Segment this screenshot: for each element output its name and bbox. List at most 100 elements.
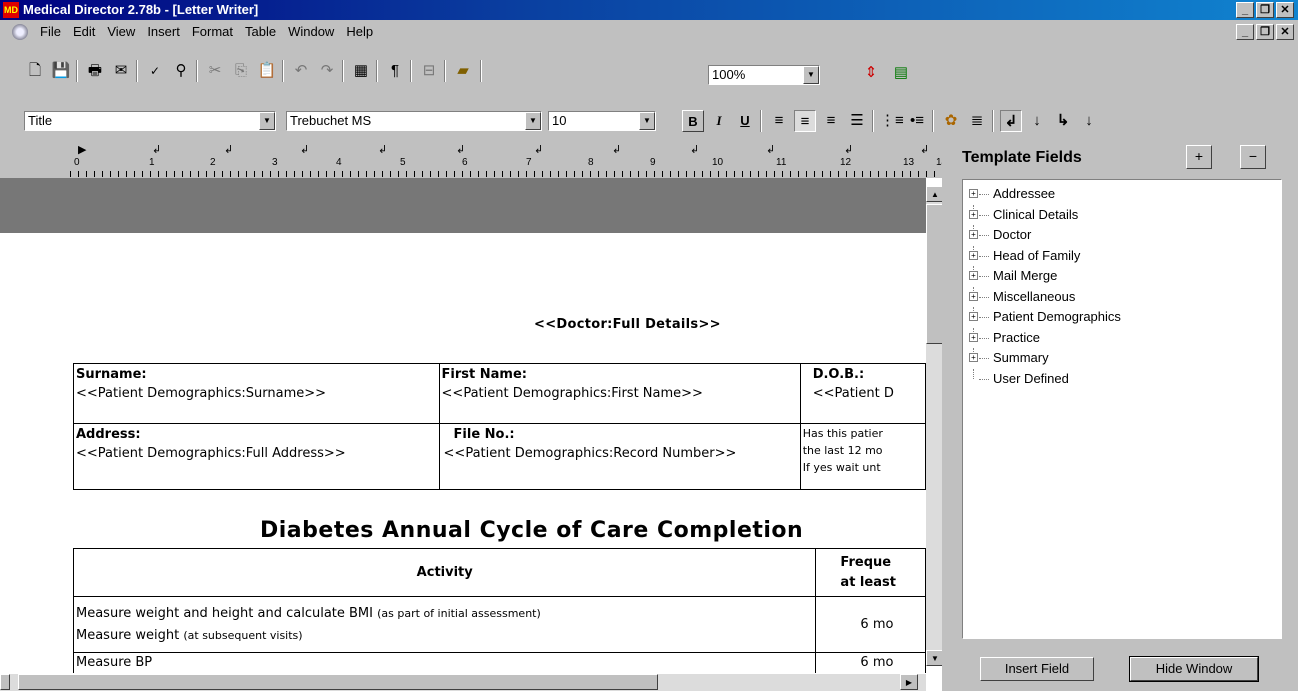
- tree-item-clinical-details[interactable]: + Clinical Details: [963, 204, 1281, 226]
- font-select[interactable]: Trebuchet MS ▼: [286, 111, 542, 131]
- open-folder-icon[interactable]: ▰: [452, 60, 474, 82]
- horizontal-scroll-thumb[interactable]: [18, 674, 658, 690]
- expand-all-icon[interactable]: +: [1186, 145, 1212, 169]
- show-formatting-icon[interactable]: ¶: [384, 60, 406, 82]
- tree-item-practice[interactable]: + Practice: [963, 327, 1281, 349]
- app-icon[interactable]: MD: [3, 2, 19, 18]
- tab-stop-icon[interactable]: ↲: [766, 143, 775, 156]
- paragraph-format-icon[interactable]: ≣: [966, 110, 988, 132]
- underline-button[interactable]: U: [734, 110, 756, 132]
- collapse-all-icon[interactable]: −: [1240, 145, 1266, 169]
- close-button[interactable]: ✕: [1276, 2, 1294, 18]
- menu-file[interactable]: File: [34, 24, 67, 39]
- note-cell[interactable]: Has this patier the last 12 mo If yes wa…: [799, 423, 926, 490]
- insert-field-button[interactable]: Insert Field: [980, 657, 1094, 681]
- tree-item-summary[interactable]: + Summary: [963, 348, 1281, 369]
- style-select[interactable]: Title ▼: [24, 111, 276, 131]
- hide-window-button[interactable]: Hide Window: [1129, 656, 1259, 682]
- template-fields-tree[interactable]: + Addressee + Clinical Details + Doctor + He…: [962, 179, 1282, 639]
- numbered-list-icon[interactable]: ⋮≡: [880, 110, 904, 132]
- tab-stop-icon[interactable]: ↲: [378, 143, 387, 156]
- tab-stop-icon[interactable]: ↲: [152, 143, 161, 156]
- tab-stop-icon[interactable]: ↲: [300, 143, 309, 156]
- expand-icon[interactable]: +: [969, 332, 978, 342]
- table-row[interactable]: Measure BP: [72, 652, 817, 673]
- vertical-scrollbar[interactable]: ▲ ▼: [926, 186, 942, 666]
- scroll-up-icon[interactable]: ▲: [926, 186, 942, 202]
- tab-stop-icon[interactable]: ↲: [612, 143, 621, 156]
- doc-minimize-button[interactable]: _: [1236, 24, 1254, 40]
- tab-stop-icon[interactable]: ↲: [224, 143, 233, 156]
- chevron-down-icon[interactable]: ▼: [525, 112, 541, 130]
- zoom-select[interactable]: 100% ▼: [708, 65, 820, 85]
- frequency-cell[interactable]: 6 mo: [815, 652, 926, 673]
- cut-icon[interactable]: ✂: [204, 60, 226, 82]
- align-center-icon[interactable]: ≡: [794, 110, 816, 132]
- chevron-down-icon[interactable]: ▼: [259, 112, 275, 130]
- tab-stop-icon[interactable]: ↲: [920, 143, 929, 156]
- minimize-button[interactable]: _: [1236, 2, 1254, 18]
- file-no-cell[interactable]: File No.: <<Patient Demographics:Record …: [438, 423, 801, 490]
- menu-help[interactable]: Help: [340, 24, 379, 39]
- restore-button[interactable]: ❐: [1256, 2, 1274, 18]
- expand-icon[interactable]: +: [969, 189, 978, 198]
- insert-table-icon[interactable]: ▦: [350, 60, 372, 82]
- page-break-icon[interactable]: ⊟: [418, 60, 440, 82]
- indent-marker-icon[interactable]: ▶: [78, 143, 86, 156]
- menu-table[interactable]: Table: [239, 24, 282, 39]
- table-row[interactable]: Measure weight and height and calculate …: [72, 596, 817, 653]
- decimal-tab-icon[interactable]: ↓: [1078, 110, 1100, 132]
- frequency-cell[interactable]: 6 mo: [815, 596, 926, 653]
- tree-item-patient-demographics[interactable]: + Patient Demographics: [963, 307, 1281, 328]
- left-tab-icon[interactable]: ↲: [1000, 110, 1022, 132]
- scroll-left-icon[interactable]: [0, 674, 10, 690]
- expand-icon[interactable]: +: [969, 291, 978, 301]
- doctor-details-field[interactable]: <<Doctor:Full Details>>: [534, 317, 721, 332]
- new-icon[interactable]: 🗋: [24, 60, 46, 82]
- tree-item-doctor[interactable]: + Doctor: [963, 225, 1281, 246]
- redo-icon[interactable]: ↷: [316, 60, 338, 82]
- align-right-icon[interactable]: ≡: [820, 110, 842, 132]
- address-field[interactable]: <<Patient Demographics:Full Address>>: [76, 444, 376, 463]
- first-name-field[interactable]: <<Patient Demographics:First Name>>: [442, 384, 742, 403]
- expand-icon[interactable]: +: [969, 230, 978, 239]
- menu-edit[interactable]: Edit: [67, 24, 101, 39]
- fax-icon[interactable]: ✉: [110, 60, 132, 82]
- tab-stop-icon[interactable]: ↲: [690, 143, 699, 156]
- horizontal-scrollbar[interactable]: ▶: [0, 674, 926, 691]
- scroll-right-icon[interactable]: ▶: [900, 674, 918, 690]
- menu-insert[interactable]: Insert: [141, 24, 186, 39]
- find-icon[interactable]: ⚲: [170, 60, 192, 82]
- tree-item-addressee[interactable]: + Addressee: [963, 184, 1281, 205]
- undo-icon[interactable]: ↶: [290, 60, 312, 82]
- menu-view[interactable]: View: [101, 24, 141, 39]
- expand-icon[interactable]: +: [969, 250, 978, 260]
- expand-icon[interactable]: +: [969, 271, 978, 280]
- center-tab-icon[interactable]: ↓: [1026, 110, 1048, 132]
- first-name-cell[interactable]: First Name: <<Patient Demographics:First…: [438, 363, 801, 424]
- colour-palette-icon[interactable]: ✿: [940, 110, 962, 132]
- align-left-icon[interactable]: ≡: [768, 110, 790, 132]
- menu-format[interactable]: Format: [186, 24, 239, 39]
- tree-item-mail-merge[interactable]: + Mail Merge: [963, 266, 1281, 287]
- document-menu-icon[interactable]: [12, 24, 28, 40]
- justify-icon[interactable]: ☰: [846, 110, 868, 132]
- tree-item-user-defined[interactable]: User Defined: [963, 368, 1281, 390]
- tab-stop-icon[interactable]: ↲: [844, 143, 853, 156]
- copy-icon[interactable]: ⎘: [230, 60, 252, 82]
- print-icon[interactable]: 🖶: [84, 60, 106, 82]
- font-size-select[interactable]: 10 ▼: [548, 111, 656, 131]
- expand-icon[interactable]: +: [969, 353, 978, 362]
- expand-icon[interactable]: +: [969, 312, 978, 321]
- tree-item-head-of-family[interactable]: + Head of Family: [963, 245, 1281, 267]
- tree-item-miscellaneous[interactable]: + Miscellaneous: [963, 286, 1281, 308]
- dob-field[interactable]: <<Patient D: [813, 384, 923, 403]
- bullet-list-icon[interactable]: •≡: [906, 110, 928, 132]
- scroll-down-icon[interactable]: ▼: [926, 650, 942, 666]
- letter-page[interactable]: <<Doctor:Full Details>> Surname: <<Patie…: [10, 233, 926, 673]
- paste-icon[interactable]: 📋: [256, 60, 278, 82]
- menu-window[interactable]: Window: [282, 24, 340, 39]
- surname-cell[interactable]: Surname: <<Patient Demographics:Surname>…: [73, 363, 440, 424]
- document-list-icon[interactable]: ▤: [890, 62, 912, 84]
- dob-cell[interactable]: D.O.B.: <<Patient D: [799, 363, 926, 424]
